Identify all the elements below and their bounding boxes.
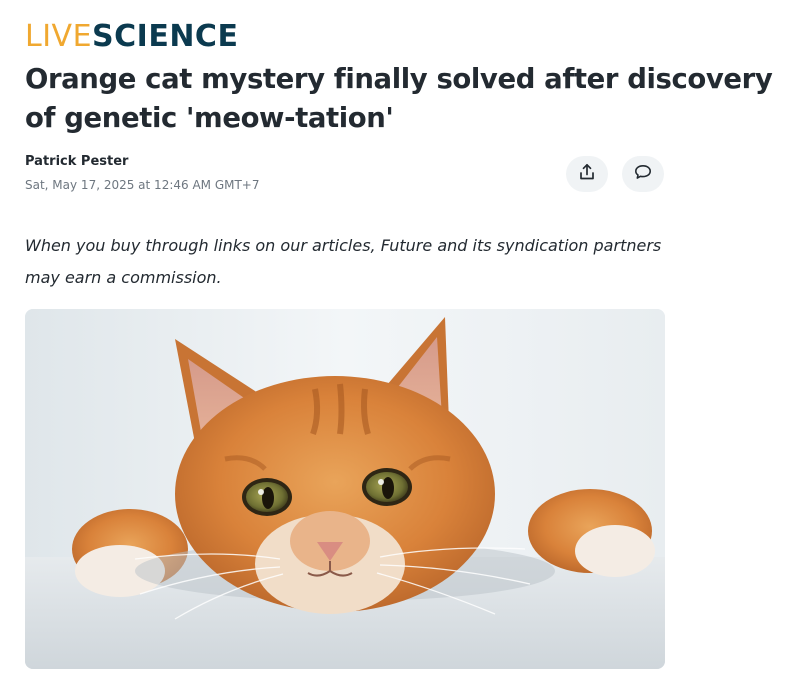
share-button[interactable] — [566, 156, 608, 192]
hero-image — [25, 309, 665, 669]
affiliate-disclaimer: When you buy through links on our articl… — [25, 236, 662, 287]
publish-date: Sat, May 17, 2025 at 12:46 AM GMT+7 — [25, 178, 260, 192]
author-name[interactable]: Patrick Pester — [25, 154, 128, 169]
article-headline: Orange cat mystery finally solved after … — [25, 63, 773, 134]
share-icon — [577, 162, 597, 187]
orange-cat-photo — [25, 309, 665, 669]
comment-icon — [633, 162, 653, 187]
site-logo[interactable]: LIVE SCIENCE — [25, 20, 238, 54]
logo-live-text: LIVE — [25, 19, 93, 54]
comment-button[interactable] — [622, 156, 664, 192]
logo-science-text: SCIENCE — [92, 19, 239, 54]
